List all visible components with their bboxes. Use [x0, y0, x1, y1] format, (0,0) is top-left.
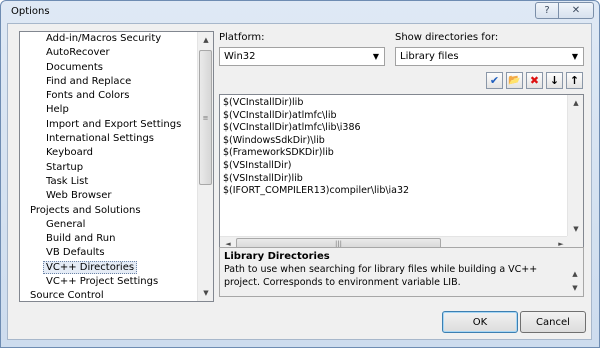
close-button[interactable]: ✕ [558, 2, 594, 19]
platform-label: Platform: [219, 32, 265, 43]
directory-vertical-scrollbar[interactable]: ▲ ▼ [567, 95, 583, 237]
chevron-down-icon: ▼ [372, 52, 379, 61]
tree-item[interactable]: AutoRecover [20, 46, 198, 60]
tree-item[interactable]: Projects and Solutions [20, 204, 198, 218]
description-panel: Library Directories Path to use when sea… [219, 247, 584, 297]
tree-item-label: Import and Export Settings [46, 118, 182, 130]
tree-item[interactable]: General [20, 218, 198, 232]
help-icon: ? [544, 5, 550, 16]
directory-entry[interactable]: $(FrameworkSDKDir)lib [223, 147, 409, 160]
scroll-down-icon[interactable]: ▼ [567, 280, 583, 296]
tree-vertical-scrollbar[interactable]: ▲ ≡ ▼ [197, 32, 213, 301]
scroll-up-icon[interactable]: ▲ [198, 32, 213, 48]
move-up-button[interactable]: ↑ [566, 72, 583, 89]
title-bar[interactable]: Options ? ✕ [1, 1, 599, 23]
new-folder-icon: 📂 [508, 75, 521, 86]
description-title: Library Directories [224, 251, 330, 262]
close-icon: ✕ [571, 5, 581, 16]
dialog-client-area: Add-in/Macros Security AutoRecover Documen… [7, 23, 592, 340]
tree-item[interactable]: Startup [20, 161, 198, 175]
tree-list: Add-in/Macros Security AutoRecover Documen… [20, 32, 198, 301]
tree-item[interactable]: Find and Replace [20, 75, 198, 89]
ok-button[interactable]: OK [442, 311, 518, 333]
directory-entry[interactable]: $(VSInstallDir)lib [223, 173, 409, 186]
tree-item[interactable]: International Settings [20, 132, 198, 146]
help-button[interactable]: ? [535, 2, 559, 19]
tree-item-label: General [46, 218, 86, 230]
show-directories-dropdown[interactable]: Library files ▼ [395, 47, 584, 66]
tree-item-label: VC++ Project Settings [46, 276, 159, 288]
new-line-button[interactable]: 📂 [506, 72, 523, 89]
tree-item[interactable]: Documents [20, 61, 198, 75]
directory-entry[interactable]: $(WindowsSdkDir)\lib [223, 135, 409, 148]
tree-item[interactable]: VB Defaults [20, 246, 198, 260]
directory-entry[interactable]: $(VCInstallDir)atlmfc\lib [223, 110, 409, 123]
cancel-button[interactable]: Cancel [520, 311, 586, 333]
delete-icon: ✖ [529, 74, 540, 87]
tree-item-label: VC++ Directories [43, 260, 138, 274]
directory-list[interactable]: $(VCInstallDir)lib $(VCInstallDir)atlmfc\… [219, 94, 584, 252]
arrow-up-icon: ↑ [569, 74, 580, 87]
platform-value: Win32 [224, 51, 256, 62]
grip-icon: ≡ [202, 113, 209, 122]
tree-item-label: Build and Run [46, 233, 116, 245]
show-directories-value: Library files [400, 51, 459, 62]
tree-item[interactable]: Help [20, 103, 198, 117]
tree-item[interactable]: Web Browser [20, 189, 198, 203]
window-title: Options [11, 6, 50, 17]
tree-item[interactable]: Import and Export Settings [20, 118, 198, 132]
tree-item-label: International Settings [46, 133, 155, 145]
chevron-down-icon: ▼ [571, 52, 578, 61]
tree-item-label: Web Browser [46, 190, 112, 202]
tree-scroll-thumb[interactable]: ≡ [199, 50, 212, 185]
check-icon: ✔ [489, 74, 500, 87]
options-tree[interactable]: Add-in/Macros Security AutoRecover Documen… [19, 31, 214, 302]
tree-item[interactable]: Task List [20, 175, 198, 189]
delete-button[interactable]: ✖ [526, 72, 543, 89]
tree-item-label: Startup [46, 161, 84, 173]
tree-item[interactable]: Keyboard [20, 146, 198, 160]
move-down-button[interactable]: ↓ [546, 72, 563, 89]
description-scrollbar[interactable]: ▲ ▼ [567, 248, 583, 296]
tree-item-label: Help [46, 104, 69, 116]
directory-entry[interactable]: $(VSInstallDir) [223, 160, 409, 173]
description-text: Path to use when searching for library f… [224, 264, 538, 288]
tree-item-label: Projects and Solutions [30, 204, 141, 216]
tree-item-label: Documents [46, 61, 104, 73]
tree-item[interactable]: VC++ Project Settings [20, 275, 198, 289]
tree-item[interactable]: Fonts and Colors [20, 89, 198, 103]
tree-item[interactable]: Build and Run [20, 232, 198, 246]
tree-item[interactable]: VC++ Directories [20, 260, 198, 275]
tree-item[interactable]: Add-in/Macros Security [20, 32, 198, 46]
tree-item-label: AutoRecover [46, 47, 110, 59]
scroll-down-icon[interactable]: ▼ [198, 285, 213, 301]
tree-item-label: Task List [46, 175, 89, 187]
show-directories-label: Show directories for: [395, 32, 499, 43]
directory-entry[interactable]: $(IFORT_COMPILER13)compiler\lib\ia32 [223, 185, 409, 198]
tree-item-label: VB Defaults [46, 247, 105, 259]
tree-item-label: Fonts and Colors [46, 90, 130, 102]
arrow-down-icon: ↓ [549, 74, 560, 87]
directory-items: $(VCInstallDir)lib $(VCInstallDir)atlmfc\… [223, 97, 409, 198]
scroll-down-icon[interactable]: ▼ [568, 221, 583, 237]
directory-entry[interactable]: $(VCInstallDir)atlmfc\lib\i386 [223, 122, 409, 135]
check-button[interactable]: ✔ [486, 72, 503, 89]
scroll-up-icon[interactable]: ▲ [568, 95, 583, 111]
tree-item-label: Find and Replace [46, 75, 132, 87]
tree-item-label: Source Control [30, 290, 104, 301]
tree-item[interactable]: Source Control [20, 289, 198, 301]
directory-entry[interactable]: $(VCInstallDir)lib [223, 97, 409, 110]
platform-dropdown[interactable]: Win32 ▼ [219, 47, 385, 66]
tree-item-label: Add-in/Macros Security [46, 33, 162, 44]
tree-item-label: Keyboard [46, 147, 94, 159]
